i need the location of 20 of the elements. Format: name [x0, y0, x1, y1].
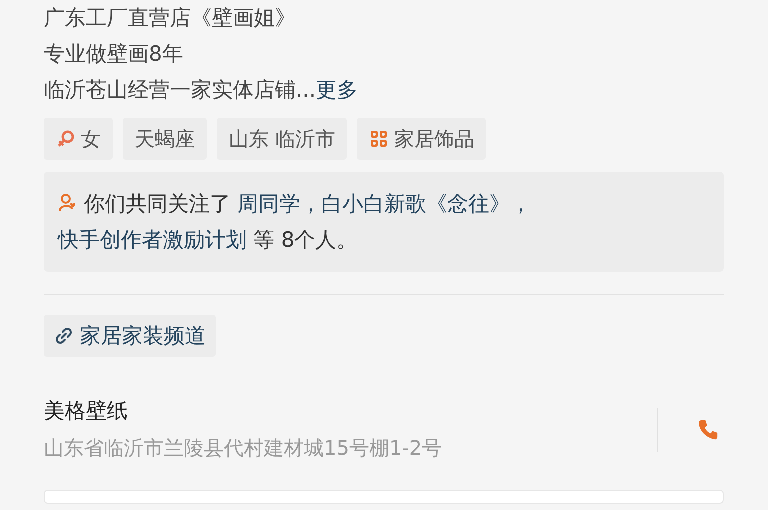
followed-account-link[interactable]: 白小白新歌《念往》，	[322, 192, 532, 216]
channel-link[interactable]: 家居家装频道	[44, 315, 216, 357]
mutual-follow-text: 你们共同关注了 周同学，白小白新歌《念往》， 快手创作者激励计划 等 8个人。	[58, 191, 533, 254]
bio-text: 专业做壁画8年	[44, 41, 184, 68]
bio-text: 广东工厂直营店《壁画姐》	[44, 5, 297, 32]
tag-label: 家居饰品	[394, 126, 474, 152]
people-icon	[58, 193, 78, 213]
phone-icon	[696, 418, 720, 442]
bio-text: 临沂苍山经营一家实体店铺...	[44, 78, 316, 102]
more-link[interactable]: 更多	[316, 78, 358, 102]
tag-label: 天蝎座	[135, 126, 195, 152]
tag-label: 女	[81, 126, 101, 152]
followed-account-link[interactable]: 周同学，	[238, 192, 322, 216]
grid-icon	[369, 129, 390, 149]
shop-name: 美格壁纸	[44, 398, 129, 425]
tag-label: 山东 临沂市	[229, 126, 336, 152]
link-icon	[54, 326, 74, 346]
shop-address: 山东省临沂市兰陵县代村建材城15号棚1-2号	[44, 435, 444, 462]
female-icon	[56, 129, 76, 149]
followed-account-link[interactable]: 快手创作者激励计划	[58, 228, 247, 252]
